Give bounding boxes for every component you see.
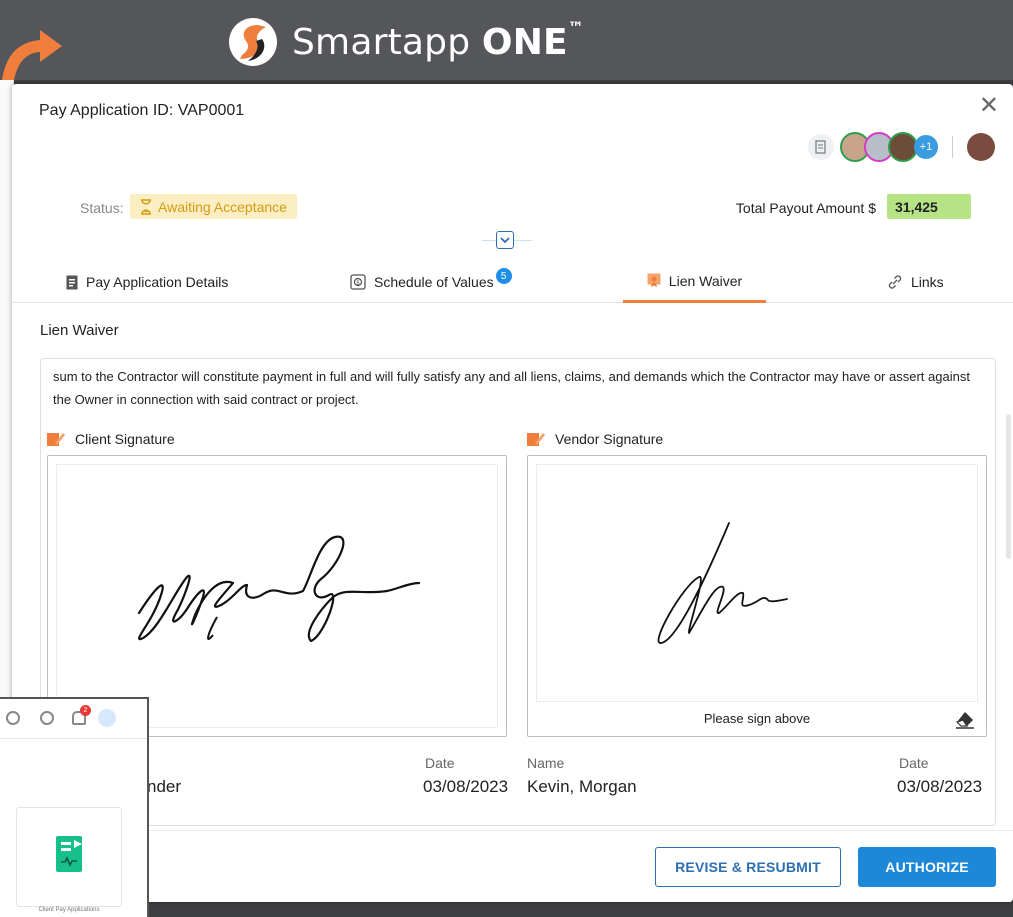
brand-logo-icon	[229, 18, 277, 66]
divider	[952, 136, 953, 158]
vendor-signature-pad[interactable]: Please sign above	[527, 455, 987, 737]
tab-bar: Pay Application Details $ Schedule of Va…	[12, 261, 1013, 303]
tab-links[interactable]: Links	[887, 261, 944, 303]
lien-waiver-panel: sum to the Contractor will constitute pa…	[40, 358, 996, 826]
count-badge: 5	[495, 268, 512, 284]
notification-badge: 2	[80, 705, 91, 716]
client-date-value: 03/08/2023	[423, 777, 509, 796]
vendor-signature-image	[657, 522, 788, 644]
signature-icon	[47, 433, 65, 446]
inset-toolbar: 2	[0, 699, 147, 739]
brand-name: Smartapp ONE™	[292, 17, 585, 63]
pay-application-modal: Pay Application ID: VAP0001 ✕ +1 Status:…	[12, 84, 1013, 902]
client-date-label: Date	[425, 755, 455, 771]
scrollbar[interactable]	[1006, 414, 1011, 559]
vendor-name-value: Kevin, Morgan	[527, 777, 637, 796]
signature-canvas[interactable]	[536, 464, 978, 702]
settings-icon[interactable]	[40, 711, 54, 725]
label-text: Client Signature	[75, 431, 175, 447]
vendor-name-label: Name	[527, 755, 565, 771]
label-text: Vendor Signature	[555, 431, 664, 447]
avatar[interactable]	[98, 709, 116, 727]
close-icon[interactable]: ✕	[979, 94, 999, 118]
tab-schedule-of-values[interactable]: $ Schedule of Values 5	[350, 261, 512, 303]
eraser-icon[interactable]	[954, 708, 976, 730]
document-icon[interactable]	[808, 134, 834, 160]
more-participants-badge[interactable]: +1	[914, 135, 938, 159]
vendor-date-value: 03/08/2023	[897, 777, 983, 796]
vendor-signature-label: Vendor Signature	[527, 431, 663, 447]
certificate-icon	[647, 273, 661, 287]
client-signature-pad[interactable]	[47, 455, 507, 737]
authorize-button[interactable]: AUTHORIZE	[858, 847, 996, 887]
client-pay-applications-card[interactable]	[16, 807, 122, 907]
link-icon	[888, 275, 902, 289]
signature-canvas[interactable]	[56, 464, 498, 728]
tab-lien-waiver[interactable]: Lien Waiver	[623, 261, 766, 303]
top-banner: Smartapp ONE™	[0, 0, 1013, 80]
payout-label: Total Payout Amount $	[735, 200, 876, 216]
card-label: Client Pay Applications	[38, 907, 100, 913]
current-user-avatar[interactable]	[967, 133, 995, 161]
waiver-text: sum to the Contractor will constitute pa…	[53, 369, 970, 407]
modal-footer: REVISE & RESUBMIT AUTHORIZE	[12, 830, 1013, 902]
tab-label: Lien Waiver	[668, 272, 743, 289]
status-label: Status:	[80, 200, 124, 216]
sign-hint: Please sign above	[703, 711, 811, 726]
money-icon: $	[350, 274, 366, 290]
participants: +1	[808, 132, 995, 162]
headset-icon[interactable]	[6, 711, 20, 725]
modal-title: Pay Application ID: VAP0001	[39, 102, 245, 119]
client-signature-image	[137, 535, 421, 643]
status-badge: Awaiting Acceptance	[130, 194, 297, 219]
status-value: Awaiting Acceptance	[158, 198, 287, 215]
vendor-date-label: Date	[899, 755, 929, 771]
chevron-down-icon	[500, 237, 510, 244]
signature-icon	[527, 433, 545, 446]
document-icon	[66, 275, 78, 289]
pay-application-icon	[56, 836, 82, 872]
tab-pay-application-details[interactable]: Pay Application Details	[66, 261, 228, 303]
expand-button[interactable]	[496, 231, 514, 249]
tab-label: Pay Application Details	[86, 274, 229, 290]
tab-label: Schedule of Values	[374, 274, 494, 290]
client-signature-label: Client Signature	[47, 431, 175, 447]
hourglass-icon	[141, 198, 151, 215]
tab-label: Links	[911, 274, 944, 290]
brand: Smartapp ONE™	[228, 14, 584, 70]
arrow-icon	[2, 30, 62, 80]
client-name-value: nder	[147, 777, 182, 796]
revise-resubmit-button[interactable]: REVISE & RESUBMIT	[655, 847, 841, 887]
svg-text:$: $	[356, 280, 360, 287]
section-title: Lien Waiver	[40, 322, 119, 339]
payout-value: 31,425	[887, 194, 971, 219]
inset-screenshot: 2 Client Pay Applications	[0, 697, 149, 917]
